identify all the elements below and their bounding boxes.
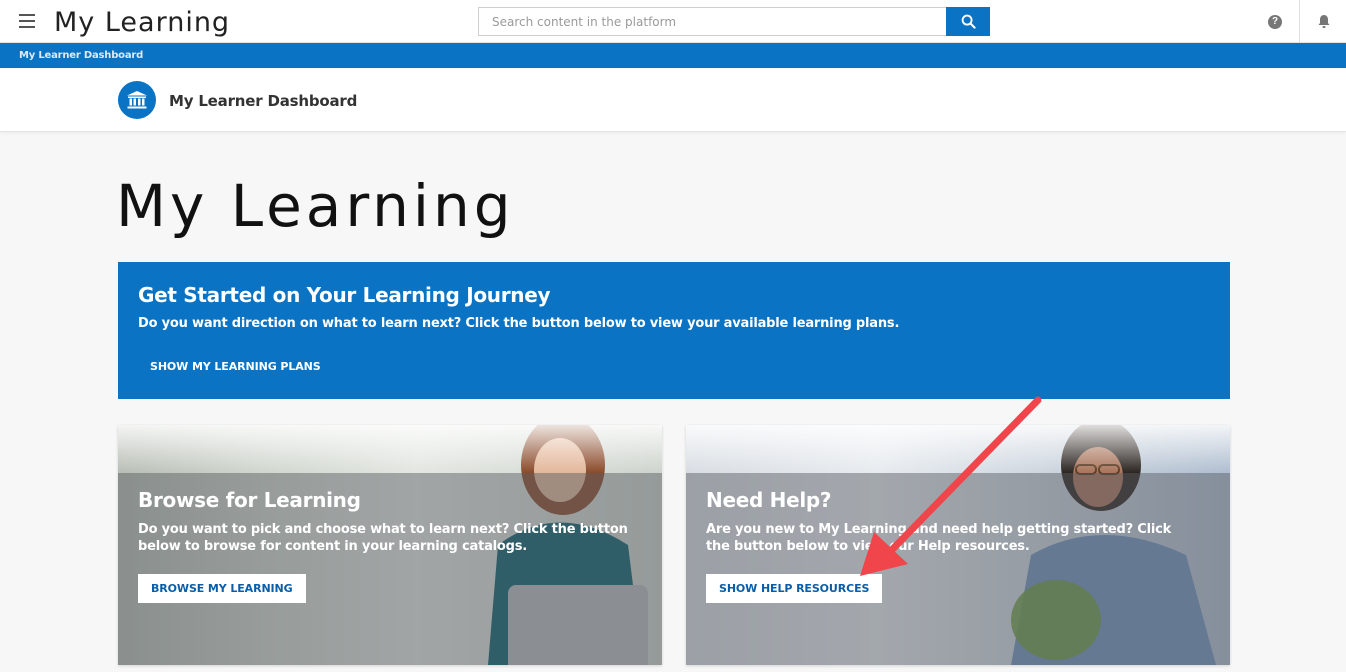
browse-learning-card: Browse for Learning Do you want to pick … [118, 425, 662, 665]
toolbar-divider [1299, 0, 1300, 43]
card-top-fade [118, 425, 662, 473]
breadcrumb-item-dashboard[interactable]: My Learner Dashboard [19, 50, 143, 61]
card-text: Are you new to My Learning and need help… [706, 522, 1172, 554]
show-help-resources-button[interactable]: SHOW HELP RESOURCES [706, 574, 883, 603]
header-title: My Learner Dashboard [169, 92, 358, 110]
card-title: Browse for Learning [138, 488, 361, 512]
search-icon [961, 14, 976, 29]
show-learning-plans-button[interactable]: SHOW MY LEARNING PLANS [138, 351, 333, 381]
menu-icon[interactable] [19, 14, 35, 28]
card-top-fade [686, 425, 1230, 473]
help-icon[interactable]: ? [1268, 15, 1282, 29]
app-title[interactable]: My Learning [54, 7, 230, 38]
bell-icon[interactable] [1317, 14, 1331, 29]
search-bar [478, 7, 990, 36]
top-bar: My Learning ? [0, 0, 1346, 43]
card-text: Do you want to pick and choose what to l… [138, 522, 628, 554]
card-title: Need Help? [706, 488, 832, 512]
search-button[interactable] [946, 7, 990, 36]
browse-my-learning-button[interactable]: BROWSE MY LEARNING [138, 574, 306, 603]
breadcrumb: My Learner Dashboard [0, 43, 1346, 68]
search-input[interactable] [478, 7, 946, 36]
learning-plans-banner: Get Started on Your Learning Journey Do … [118, 262, 1230, 399]
banner-text: Do you want direction on what to learn n… [138, 316, 900, 331]
banner-title: Get Started on Your Learning Journey [138, 283, 551, 307]
page-title: My Learning [116, 172, 515, 240]
need-help-card: Need Help? Are you new to My Learning an… [686, 425, 1230, 665]
institution-icon [118, 81, 156, 119]
page-header: My Learner Dashboard [0, 68, 1346, 132]
